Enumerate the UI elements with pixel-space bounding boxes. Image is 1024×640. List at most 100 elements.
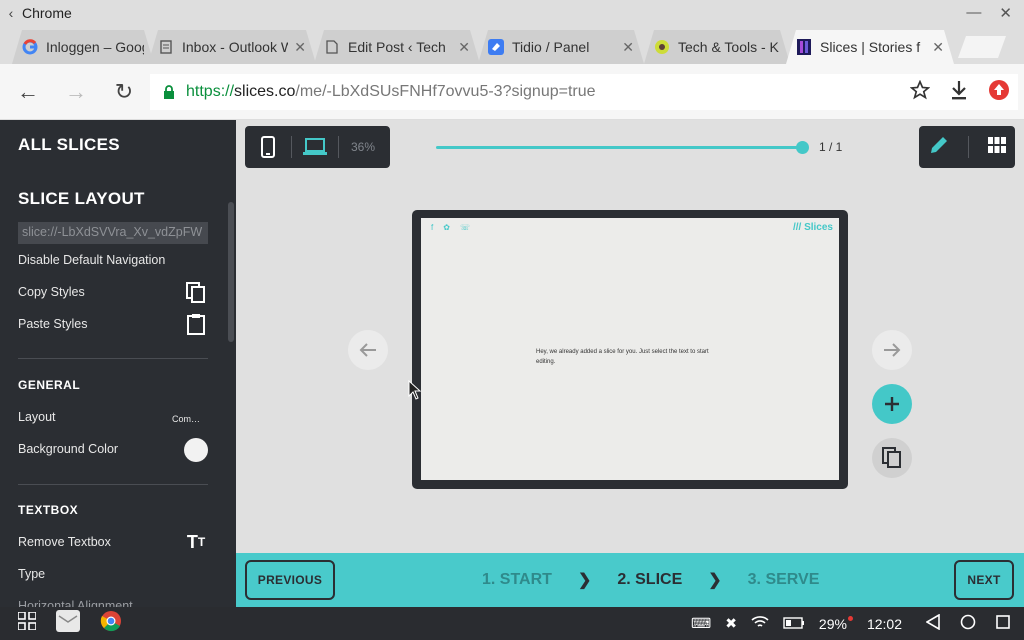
previous-slice-button[interactable]	[348, 330, 388, 370]
sidebar: ALL SLICES SLICE LAYOUT slice://-LbXdSVV…	[0, 120, 236, 607]
clock[interactable]: 12:02	[867, 616, 902, 632]
slice-textbox[interactable]: Hey, we already added a slice for you. J…	[536, 348, 726, 367]
email-app-icon[interactable]	[56, 610, 80, 637]
duplicate-icon	[882, 447, 901, 468]
tab-close-icon[interactable]: ✕	[622, 39, 634, 56]
app-launcher-icon[interactable]	[17, 611, 37, 635]
all-slices-link[interactable]: ALL SLICES	[18, 135, 120, 155]
facebook-icon: f	[431, 223, 434, 232]
tidio-icon	[488, 39, 504, 55]
android-back-icon[interactable]	[925, 613, 940, 633]
lock-icon	[162, 85, 176, 99]
close-window-icon[interactable]: ✕	[999, 4, 1012, 22]
textbox-heading: TEXTBOX	[18, 503, 79, 517]
sidebar-scrollbar[interactable]	[228, 202, 234, 342]
next-button[interactable]: NEXT	[954, 560, 1014, 600]
document-icon	[324, 39, 340, 55]
techtools-icon	[654, 39, 670, 55]
tab-tech-tools[interactable]: Tech & Tools - K	[644, 30, 790, 64]
page-count: 1 / 1	[819, 140, 843, 154]
back-chevron-icon[interactable]: ‹	[0, 5, 22, 21]
remove-textbox-label: Remove Textbox	[18, 535, 111, 549]
clipboard-icon[interactable]	[184, 312, 208, 336]
tab-slices[interactable]: Slices | Stories f ✕	[786, 30, 954, 64]
step-slice[interactable]: 2. SLICE	[617, 571, 682, 589]
chrome-app-icon[interactable]	[100, 610, 122, 637]
mouse-cursor-icon	[408, 380, 422, 400]
tab-strip: Inloggen – Google Inbox - Outlook W ✕ Ed…	[0, 26, 1024, 64]
text-size-icon[interactable]: TT	[184, 530, 208, 554]
copy-icon[interactable]	[184, 281, 208, 305]
slice-preview[interactable]: f ✿ ☏ /// Slices Hey, we already added a…	[421, 218, 839, 480]
mobile-device-icon[interactable]	[245, 136, 291, 158]
system-taskbar: ⌨ ✖ 29% 12:02	[0, 607, 1024, 640]
page-slider-thumb[interactable]	[796, 141, 809, 154]
chevron-right-icon: ❯	[577, 572, 592, 589]
keyboard-icon[interactable]: ⌨	[691, 615, 711, 632]
tab-close-icon[interactable]: ✕	[932, 39, 944, 56]
whatsapp-icon: ☏	[459, 223, 470, 232]
tab-google[interactable]: Inloggen – Google	[12, 30, 154, 64]
tab-close-icon[interactable]: ✕	[294, 39, 306, 56]
battery-icon[interactable]	[783, 616, 805, 632]
twitter-icon: ✿	[443, 223, 450, 232]
zoom-level: 36%	[351, 140, 376, 154]
window-titlebar: ‹ Chrome — ✕	[0, 0, 1024, 26]
bookmark-star-icon[interactable]	[909, 79, 931, 105]
background-color-swatch[interactable]	[184, 438, 208, 462]
arrow-left-icon	[359, 343, 376, 357]
reload-icon[interactable]: ↻	[100, 79, 148, 105]
address-bar[interactable]: https://slices.co/me/-LbXdSUsFNHf7ovvu5-…	[150, 74, 1018, 110]
duplicate-slice-button[interactable]	[872, 438, 912, 478]
type-label: Type	[18, 567, 46, 581]
forward-arrow-icon[interactable]: →	[52, 79, 100, 105]
download-icon[interactable]	[950, 80, 968, 105]
next-slice-button[interactable]	[872, 330, 912, 370]
editor-canvas: 36% 1 / 1 f ✿ ☏ /// Slices Hey, we alrea…	[236, 120, 1024, 553]
android-home-icon[interactable]	[960, 614, 976, 633]
divider	[18, 358, 208, 359]
laptop-device-icon[interactable]	[292, 138, 338, 156]
wifi-icon[interactable]	[751, 615, 769, 632]
paste-styles-label: Paste Styles	[18, 317, 88, 331]
battery-alert-dot	[847, 615, 853, 621]
tab-edit-post[interactable]: Edit Post ‹ Tech ✕	[314, 30, 480, 64]
plus-icon	[885, 397, 899, 411]
step-serve[interactable]: 3. SERVE	[748, 571, 820, 589]
url-text: https://slices.co/me/-LbXdSUsFNHf7ovvu5-…	[186, 83, 596, 100]
extension-upload-icon[interactable]	[988, 79, 1010, 106]
device-toggle-bar: 36%	[245, 126, 390, 168]
tab-close-icon[interactable]: ✕	[458, 39, 470, 56]
pencil-edit-icon[interactable]	[929, 135, 949, 160]
tab-outlook[interactable]: Inbox - Outlook W ✕	[148, 30, 316, 64]
view-toggle-bar	[919, 126, 1015, 168]
new-tab-button[interactable]	[958, 36, 1006, 58]
document-icon	[158, 39, 174, 55]
browser-toolbar: ← → ↻ https://slices.co/me/-LbXdSUsFNHf7…	[0, 64, 1024, 120]
background-color-label: Background Color	[18, 442, 119, 456]
layout-label: Layout	[18, 410, 56, 424]
tab-tidio[interactable]: Tidio / Panel ✕	[478, 30, 644, 64]
general-heading: GENERAL	[18, 378, 81, 392]
window-title: Chrome	[22, 5, 72, 21]
step-start[interactable]: 1. START	[482, 571, 552, 589]
previous-button[interactable]: PREVIOUS	[245, 560, 335, 600]
horizontal-alignment-label: Horizontal Alignment	[18, 599, 133, 607]
divider	[18, 484, 208, 485]
add-slice-button[interactable]	[872, 384, 912, 424]
step-footer: PREVIOUS 1. START ❯ 2. SLICE ❯ 3. SERVE …	[236, 553, 1024, 607]
minimize-icon[interactable]: —	[966, 4, 981, 22]
disable-navigation-option[interactable]: Disable Default Navigation	[18, 253, 165, 267]
grid-view-icon[interactable]	[987, 136, 1006, 158]
battery-percent: 29%	[819, 615, 853, 632]
slice-layout-heading: SLICE LAYOUT	[18, 189, 145, 208]
notifications-muted-icon[interactable]: ✖	[725, 615, 737, 632]
slices-logo: /// Slices	[792, 222, 833, 233]
android-overview-icon[interactable]	[996, 615, 1010, 632]
device-preview-frame: f ✿ ☏ /// Slices Hey, we already added a…	[412, 210, 848, 489]
back-arrow-icon[interactable]: ←	[4, 79, 52, 105]
arrow-right-icon	[884, 343, 901, 357]
slice-url-field[interactable]: slice://-LbXdSVVra_Xv_vdZpFW	[18, 222, 208, 244]
page-slider-track[interactable]	[436, 146, 804, 149]
layout-select[interactable]: Com…	[172, 414, 200, 424]
